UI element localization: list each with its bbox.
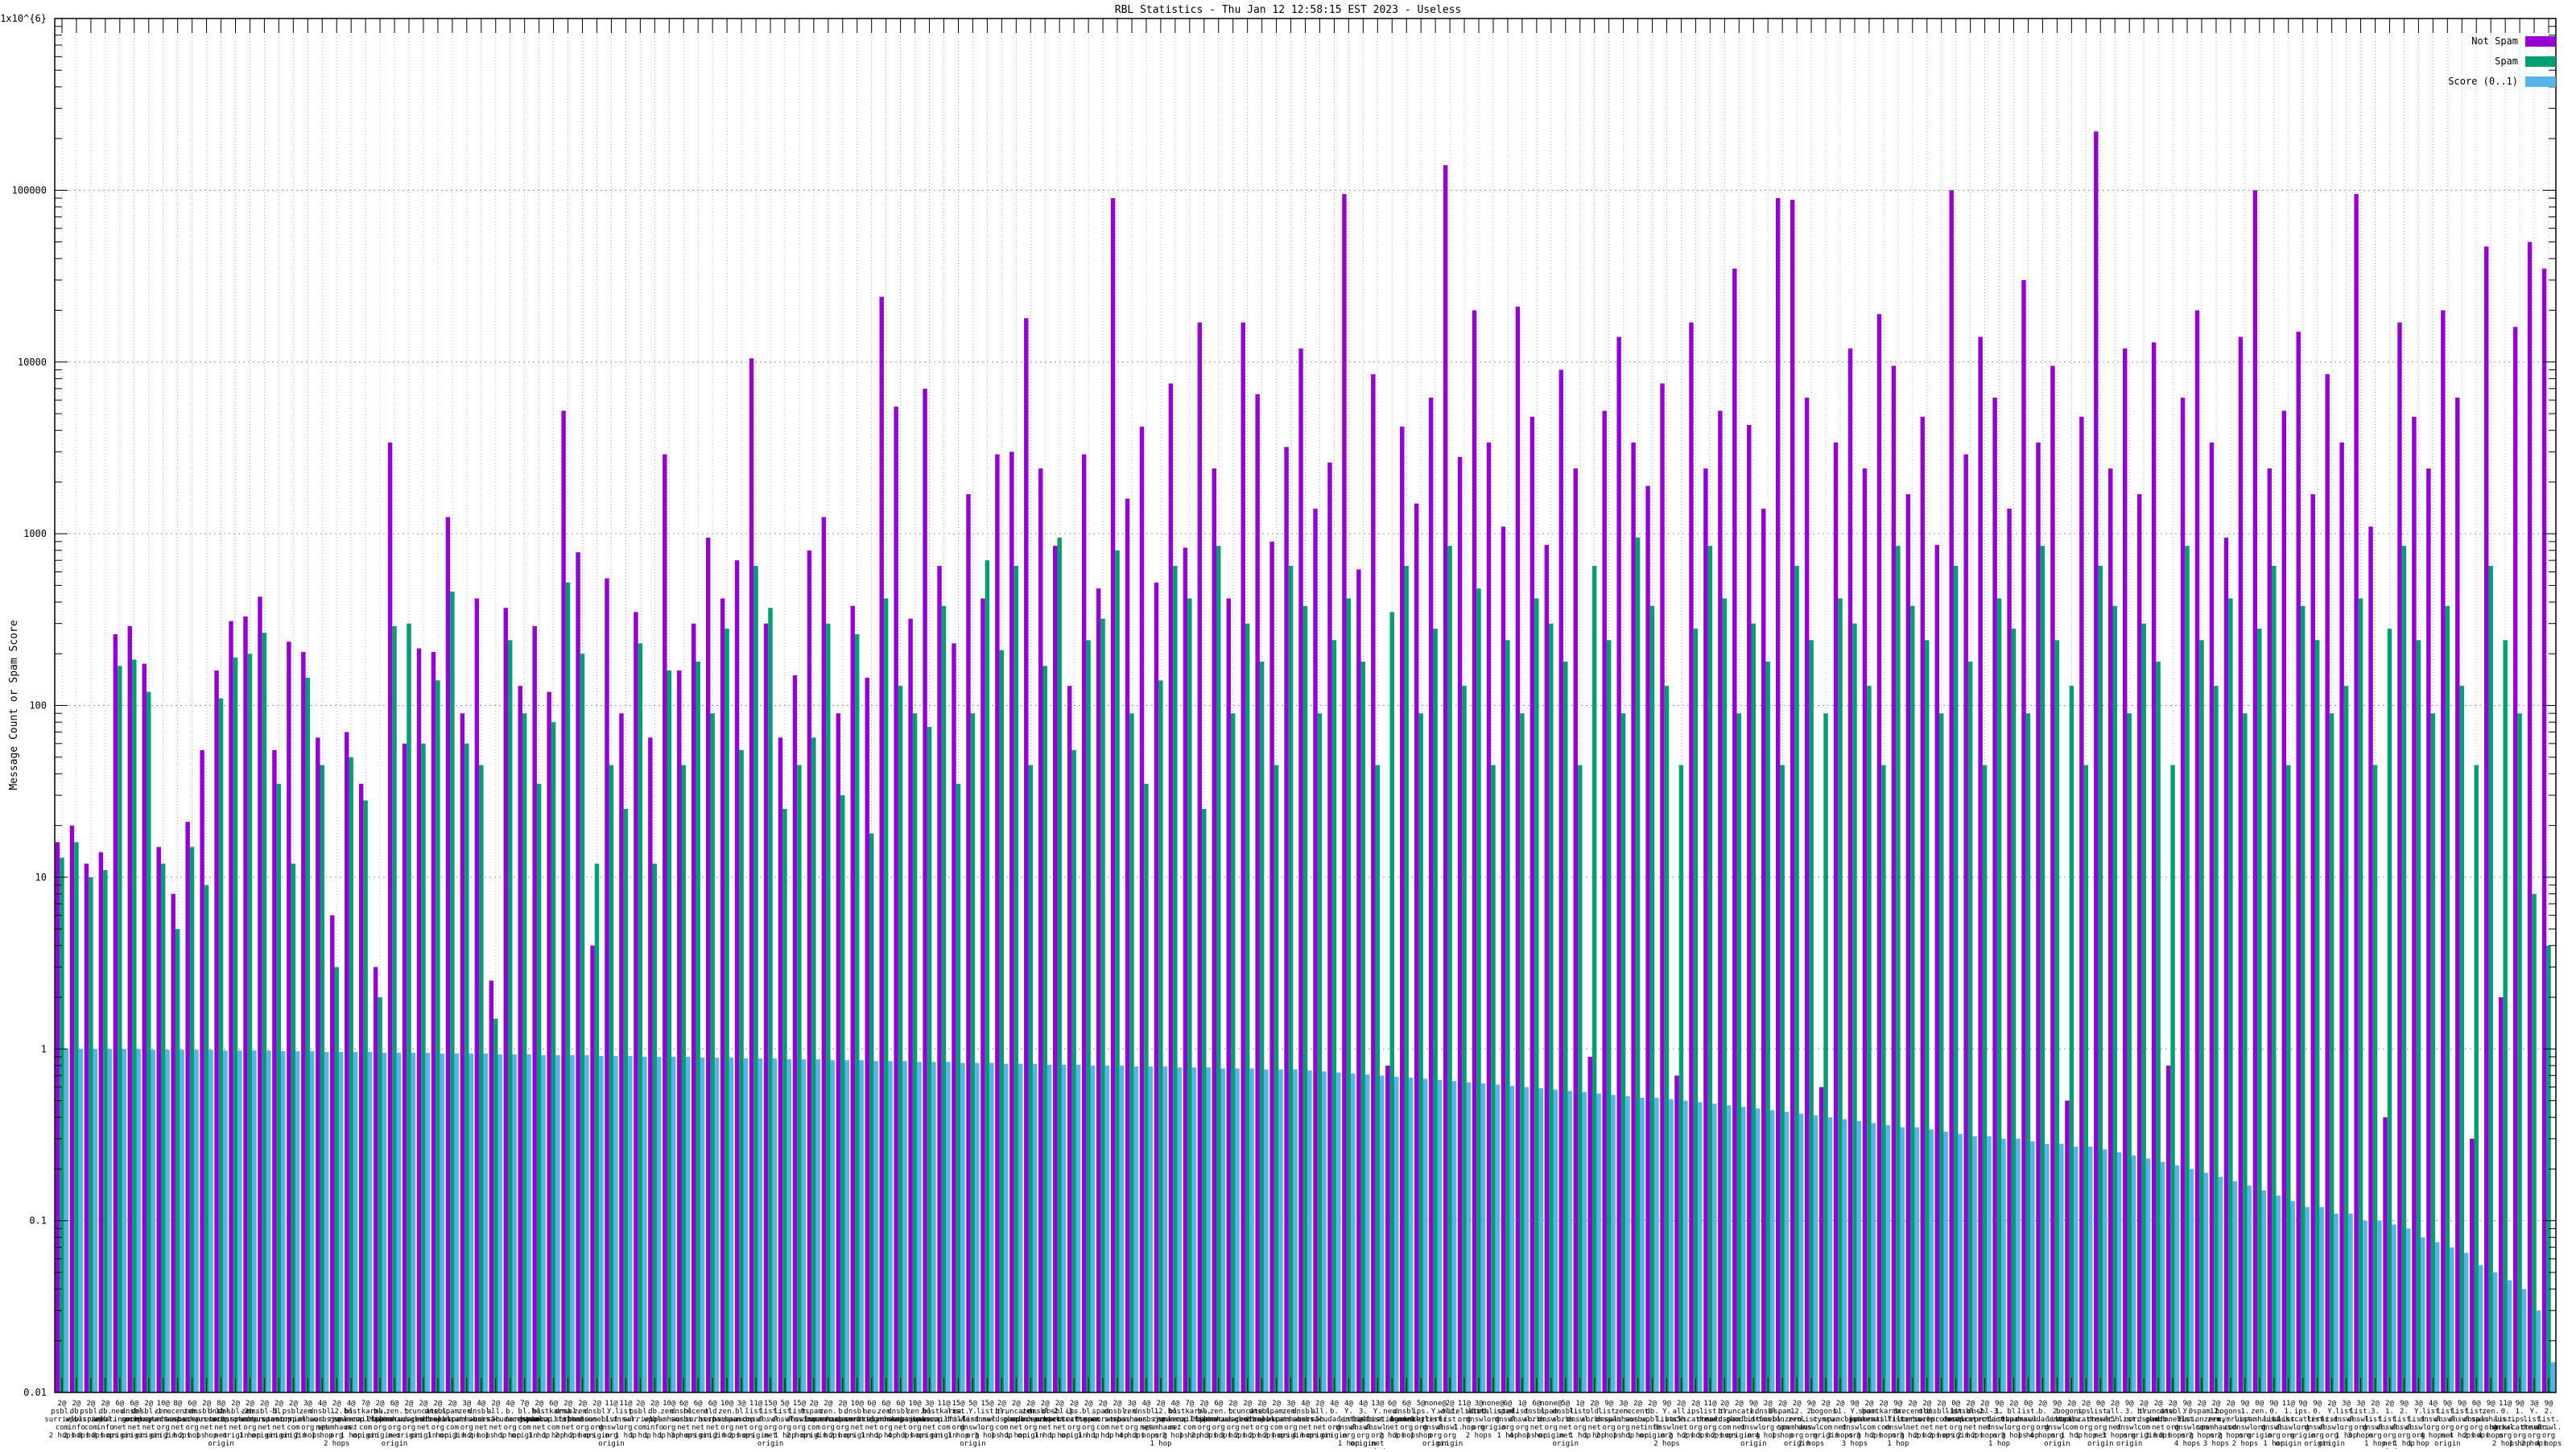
svg-text:10000: 10000 [18, 357, 47, 368]
rbl-statistics-chart: RBL Statistics - Thu Jan 12 12:58:15 EST… [0, 0, 2576, 1449]
svg-text:1: 1 [41, 1043, 47, 1054]
legend-row-not-spam: Not Spam [2448, 35, 2556, 47]
legend-row-spam: Spam [2448, 56, 2556, 67]
legend-swatch-not-spam [2525, 36, 2556, 47]
svg-text:100: 100 [29, 700, 47, 712]
legend-swatch-spam [2525, 56, 2556, 67]
chart-title: RBL Statistics - Thu Jan 12 12:58:15 EST… [0, 4, 2576, 16]
svg-text:1000: 1000 [23, 528, 47, 539]
svg-text:0.01: 0.01 [23, 1387, 47, 1398]
legend-label-not-spam: Not Spam [2471, 35, 2518, 47]
legend-label-score: Score (0..1) [2448, 76, 2518, 87]
svg-text:10: 10 [35, 872, 47, 883]
legend: Not Spam Spam Score (0..1) [2448, 35, 2556, 96]
y-axis-label: Message Count or Spam Score [8, 620, 20, 790]
plot-area: 1x10^{6}1000001000010001001010.10.012@ps… [0, 0, 2576, 1449]
svg-text:0.1: 0.1 [29, 1215, 47, 1227]
svg-text:100000: 100000 [12, 184, 47, 196]
y-tick-labels: 1x10^{6}1000001000010001001010.10.01 [0, 13, 47, 1398]
svg-text:9@2.list.dnswl.org4 hops: 9@2.list.dnswl.org4 hops [2536, 1400, 2562, 1448]
legend-swatch-score [2525, 76, 2556, 87]
legend-row-score: Score (0..1) [2448, 76, 2556, 87]
legend-label-spam: Spam [2495, 56, 2518, 67]
x-tick-labels: 2@psbl.surriel.com2 hops2@db.wpbl.info2 … [44, 1400, 2562, 1449]
